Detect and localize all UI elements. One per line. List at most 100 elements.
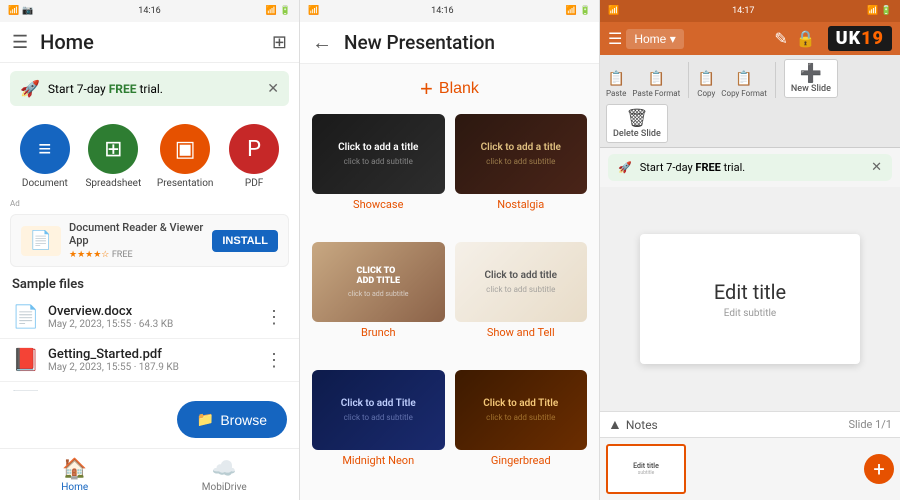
battery-icon-p3: 🔋 [881,6,892,16]
spreadsheet-app-icon[interactable]: ⊞ Spreadsheet [85,124,141,189]
ribbon-copy-format[interactable]: 📋 Copy Format [721,71,767,98]
battery-icon: 🔋 [280,6,291,16]
ad-label: Ad [10,199,289,208]
edit-icon[interactable]: ✎ [774,29,787,48]
copy-format-icon: 📋 [735,71,752,87]
template-thumb-showandtell: Click to add title click to add subtitle [455,242,588,322]
status-right: 📶 🔋 [266,6,291,16]
paste-label: Paste [606,89,626,98]
ribbon-separator [688,62,689,98]
spreadsheet-label: Spreadsheet [85,178,141,189]
ribbon-separator-2 [775,62,776,98]
browse-icon: 📁 [197,411,214,428]
pdf-app-icon[interactable]: P PDF [229,124,279,189]
camera-icon: 📷 [22,6,33,16]
wifi-icon-p2: 📶 [566,6,577,16]
thumbnail-bar: Edit title subtitle + [600,437,900,500]
ad-title: Document Reader & Viewer App [69,221,204,247]
file-more-icon-1[interactable]: ⋮ [261,348,287,373]
trial-text: Start 7-day FREE trial. [48,82,259,96]
menu-icon-p3[interactable]: ☰ [608,29,622,48]
pdf-label: PDF [245,178,263,189]
ribbon-delete-slide[interactable]: 🗑 Delete Slide [606,104,668,143]
back-arrow-icon[interactable]: ← [312,30,332,55]
slide-title[interactable]: Edit title [714,280,786,304]
ribbon-copy[interactable]: 📋 Copy [697,71,715,98]
template-thumb-nostalgia: Click to add a title click to add subtit… [455,114,588,194]
template-label-showcase: Showcase [312,198,445,211]
share-icon[interactable]: 🔒 [796,29,816,48]
trial-close-button[interactable]: ✕ [267,81,279,97]
status-time-p2: 14:16 [431,6,453,16]
template-thumb-gingerbread: Click to add Title click to add subtitle [455,370,588,450]
notes-chevron-icon[interactable]: ▲ [608,416,622,433]
template-showcase[interactable]: Click to add a title click to add subtit… [312,114,445,232]
file-more-icon-0[interactable]: ⋮ [261,305,287,330]
file-icon-docx: 📄 [12,305,38,330]
home-nav-icon: 🏠 [62,456,87,480]
mobidrive-nav-icon: ☁️ [212,456,237,480]
copy-icon: 📋 [698,71,715,87]
add-slide-button[interactable]: + [864,454,894,484]
slide-thumbnail-1[interactable]: Edit title subtitle [606,444,686,494]
ribbon-paste[interactable]: 📋 Paste [606,71,626,98]
signal-icon-p2: 📶 [308,6,319,16]
document-app-icon[interactable]: ≡ Document [20,124,70,189]
new-presentation-panel: 📶 14:16 📶 🔋 ← New Presentation + Blank C… [300,0,600,500]
paste-icon: 📋 [607,71,624,87]
new-slide-icon: ➕ [800,63,822,84]
file-info-1: Getting_Started.pdf May 2, 2023, 15:55 ·… [48,347,251,373]
file-icon-pdf: 📕 [12,348,38,373]
template-brunch[interactable]: CLICK TOADD TITLE click to add subtitle … [312,242,445,360]
ribbon-toolbar: 📋 Paste 📋 Paste Format 📋 Copy 📋 Copy For… [600,55,900,148]
ad-info: Document Reader & Viewer App ★★★★☆ FREE [69,221,204,260]
template-grid: Click to add a title click to add subtit… [300,110,599,500]
delete-slide-label: Delete Slide [613,129,661,139]
template-showandtell[interactable]: Click to add title click to add subtitle… [455,242,588,360]
file-item-2[interactable]: 📊 OfficeSuite_Key_Features.ppsx May 2, 2… [0,382,299,391]
template-thumb-brunch: CLICK TOADD TITLE click to add subtitle [312,242,445,322]
file-meta-0: May 2, 2023, 15:55 · 64.3 KB [48,319,251,330]
install-button[interactable]: INSTALL [212,230,278,252]
file-item-0[interactable]: 📄 Overview.docx May 2, 2023, 15:55 · 64.… [0,296,299,339]
trial-close-p3[interactable]: ✕ [871,160,882,175]
template-thumb-showcase: Click to add a title click to add subtit… [312,114,445,194]
slide-editing-area[interactable]: Edit title Edit subtitle [600,187,900,411]
home-btn-label: Home ▾ [634,32,675,46]
status-left-p3: 📶 [608,6,619,16]
file-item-1[interactable]: 📕 Getting_Started.pdf May 2, 2023, 15:55… [0,339,299,382]
wifi-icon: 📶 [266,6,277,16]
trial-banner: 🚀 Start 7-day FREE trial. ✕ [10,71,289,106]
template-gingerbread[interactable]: Click to add Title click to add subtitle… [455,370,588,488]
spreadsheet-circle: ⊞ [88,124,138,174]
ribbon-new-slide[interactable]: ➕ New Slide [784,59,838,98]
status-left-p2: 📶 [308,6,319,16]
blank-template-button[interactable]: + Blank [420,76,479,102]
document-circle: ≡ [20,124,70,174]
home-title: Home [40,30,272,54]
template-nostalgia[interactable]: Click to add a title click to add subtit… [455,114,588,232]
status-time: 14:16 [138,6,160,16]
browse-button[interactable]: 📁 Browse [177,401,287,438]
status-time-p3: 14:17 [732,6,754,16]
status-left: 📶 📷 [8,6,33,16]
template-midnightneon[interactable]: Click to add Title click to add subtitle… [312,370,445,488]
app-brand-logo: UK19 [828,26,892,51]
nav-home[interactable]: 🏠 Home [0,449,150,500]
slide-subtitle[interactable]: Edit subtitle [724,308,776,319]
grid-view-icon[interactable]: ⊞ [272,32,287,53]
blank-plus-icon: + [420,76,433,102]
file-list: 📄 Overview.docx May 2, 2023, 15:55 · 64.… [0,296,299,391]
menu-icon[interactable]: ☰ [12,32,28,53]
thumb-content: Edit title subtitle [633,462,659,476]
presentation-app-icon[interactable]: ▣ Presentation [157,124,214,189]
sample-files-heading: Sample files [0,271,299,296]
file-meta-1: May 2, 2023, 15:55 · 187.9 KB [48,362,251,373]
ad-thumbnail: 📄 [21,226,61,256]
trial-banner-p3: 🚀 Start 7-day FREE trial. ✕ [608,154,892,181]
nav-mobidrive[interactable]: ☁️ MobiDrive [150,449,300,500]
ribbon-paste-format[interactable]: 📋 Paste Format [632,71,680,98]
main-slide[interactable]: Edit title Edit subtitle [640,234,860,364]
home-dropdown-button[interactable]: Home ▾ [626,29,683,49]
battery-icon-p2: 🔋 [580,6,591,16]
